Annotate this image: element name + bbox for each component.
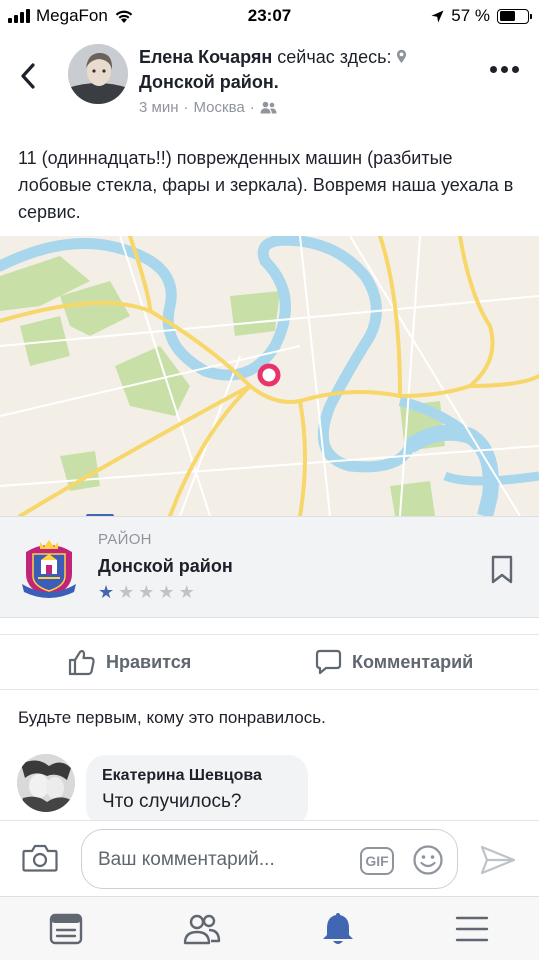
save-place-button[interactable] (491, 555, 513, 585)
more-options-button[interactable] (490, 66, 519, 73)
friends-tab-icon (183, 914, 221, 945)
map-image (0, 236, 539, 516)
comment-author[interactable]: Екатерина Шевцова (102, 767, 292, 785)
post-city: Москва (193, 99, 245, 116)
post-author-line: Елена Кочарян сейчас здесь: (139, 47, 407, 68)
battery-icon (497, 8, 532, 24)
map-pin-icon (257, 363, 281, 387)
comment-button[interactable]: Комментарий (315, 649, 473, 675)
author-avatar[interactable] (68, 44, 128, 104)
map-preview[interactable] (0, 236, 539, 516)
star-empty-icon: ★ (118, 582, 135, 602)
more-dot-icon (490, 66, 497, 73)
meta-separator-2: · (249, 99, 255, 116)
post-text: 11 (одиннадцать!!) поврежденных машин (р… (18, 148, 514, 222)
news-feed-icon (49, 913, 83, 945)
commenter-avatar[interactable] (17, 754, 75, 812)
star-empty-icon: ★ (158, 582, 175, 602)
tab-friends[interactable] (182, 911, 222, 947)
like-label: Нравится (106, 652, 192, 672)
comment-icon (315, 649, 342, 675)
place-rating: ★ ★ ★ ★ ★ (98, 583, 195, 601)
post-actions: Нравится Комментарий (0, 634, 539, 690)
tab-news-feed[interactable] (48, 911, 88, 947)
post-meta: 3 мин · Москва · (139, 99, 277, 116)
place-card[interactable]: РАЙОН Донской район ★ ★ ★ ★ ★ (0, 516, 539, 618)
commenter-photo (17, 754, 75, 812)
battery-percent: 57 % (451, 6, 490, 25)
tab-notifications[interactable] (318, 911, 358, 947)
more-dot-icon (512, 66, 519, 73)
comment-placeholder: Ваш комментарий... (98, 849, 275, 870)
post-action-text: сейчас здесь: (277, 47, 392, 67)
more-dot-icon (501, 66, 508, 73)
comment-composer: Ваш комментарий... GIF (0, 820, 539, 896)
camera-button[interactable] (22, 843, 58, 873)
author-photo (68, 44, 128, 104)
tab-menu[interactable] (452, 911, 492, 947)
bookmark-icon (491, 555, 513, 584)
likes-summary: Будьте первым, кому это понравилось. (18, 708, 326, 727)
chevron-left-icon (21, 63, 35, 89)
send-icon (480, 845, 516, 875)
comment-text: Что случилось? (102, 791, 242, 812)
bell-icon (323, 913, 353, 944)
friends-icon (260, 101, 277, 114)
post-place-link[interactable]: Донской район. (139, 72, 279, 93)
post-author-name[interactable]: Елена Кочарян (139, 47, 272, 67)
thumbs-up-icon (68, 649, 95, 676)
like-button[interactable]: Нравится (68, 649, 191, 676)
status-bar: MegaFon 23:07 57 % (0, 0, 539, 34)
place-name[interactable]: Донской район (98, 556, 233, 577)
place-type: РАЙОН (98, 531, 152, 548)
send-button[interactable] (480, 845, 516, 875)
star-filled-icon: ★ (98, 582, 115, 602)
star-empty-icon: ★ (138, 582, 155, 602)
emoji-button[interactable] (412, 844, 444, 876)
smiley-icon (413, 845, 443, 875)
camera-icon (22, 844, 58, 872)
comment-bubble[interactable]: Екатерина Шевцова Что случилось? (86, 755, 308, 827)
district-crest-logo (18, 534, 80, 602)
location-arrow-icon (431, 10, 444, 22)
back-button[interactable] (20, 58, 48, 94)
tab-bar (0, 896, 539, 960)
gif-button[interactable]: GIF (360, 847, 394, 875)
location-pin-icon (397, 49, 407, 63)
comment-input[interactable]: Ваш комментарий... GIF (81, 829, 458, 889)
comment-label: Комментарий (352, 651, 474, 672)
meta-separator: · (183, 99, 189, 116)
menu-icon (455, 916, 489, 942)
status-right: 57 % (431, 6, 532, 26)
star-empty-icon: ★ (178, 582, 195, 602)
post-time[interactable]: 3 мин (139, 99, 179, 116)
